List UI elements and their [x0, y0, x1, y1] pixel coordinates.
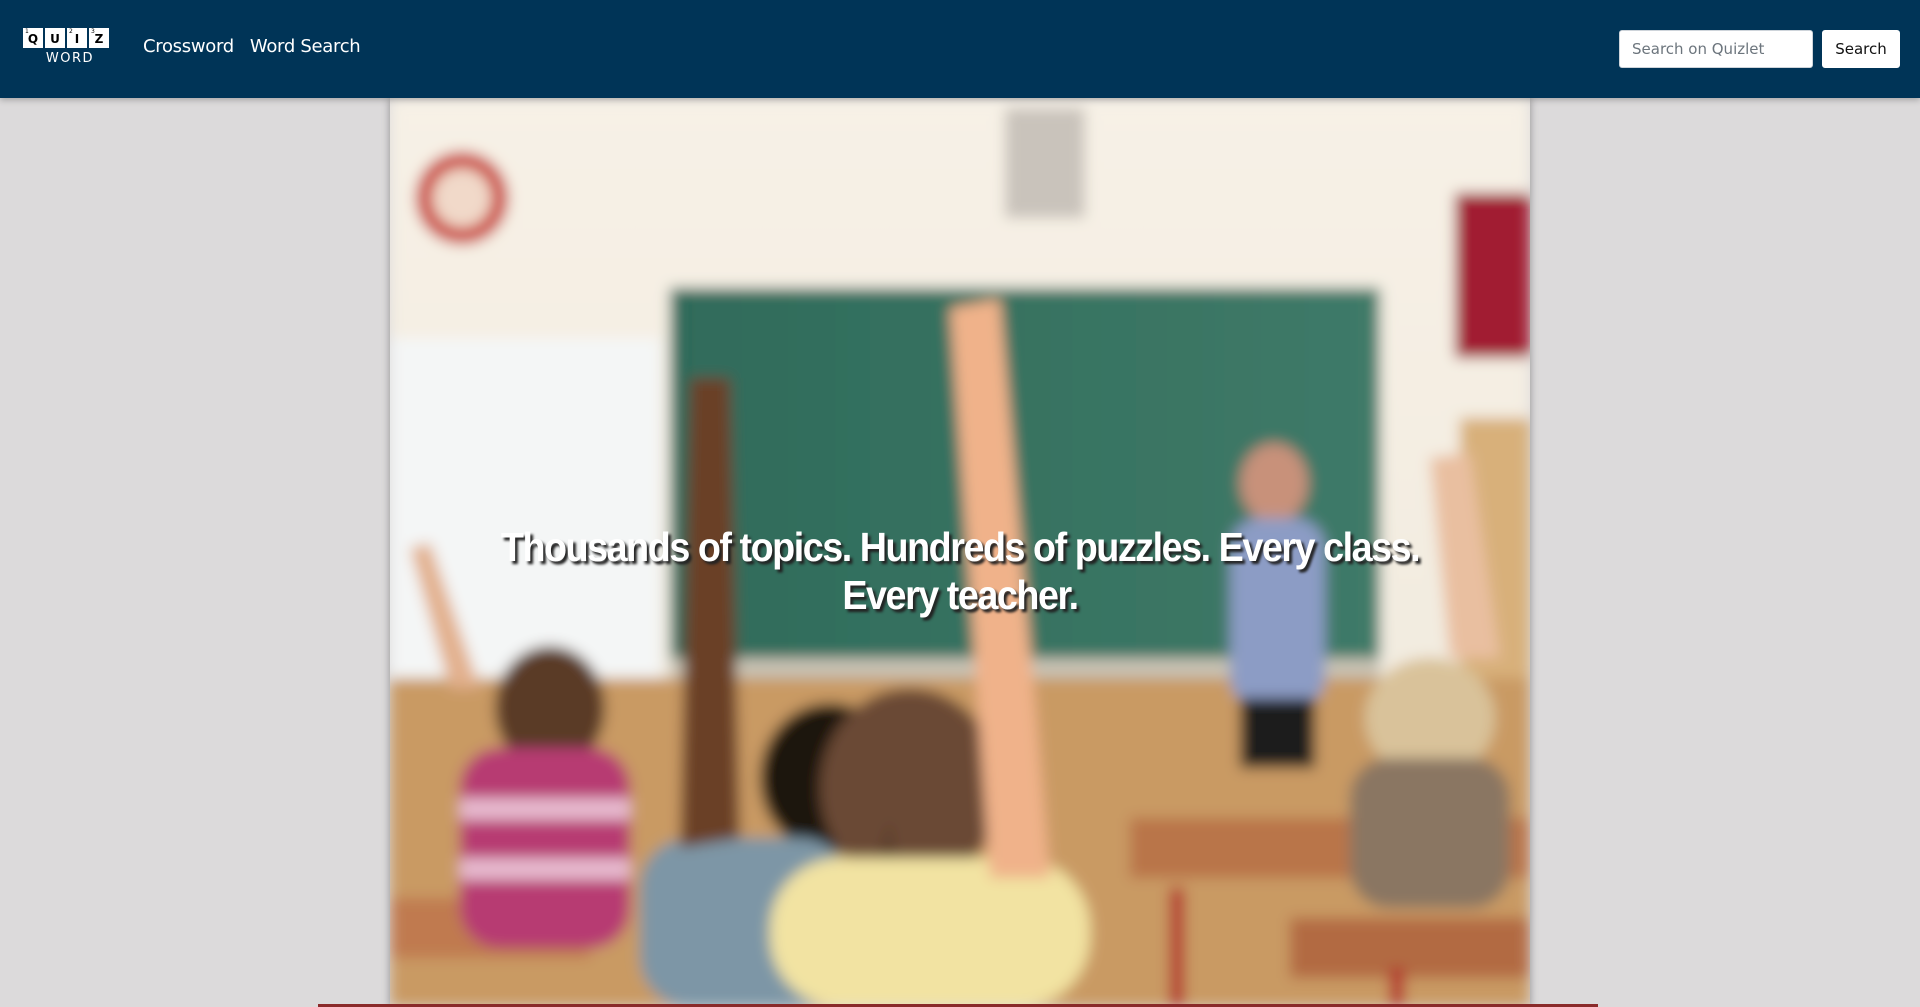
- logo-tiles: 1 Q U 2 I 3 Z: [22, 27, 118, 49]
- search-form: Search: [1619, 30, 1900, 68]
- quizword-logo[interactable]: 1 Q U 2 I 3 Z WORD: [22, 27, 118, 73]
- logo-tile-number: 2: [69, 28, 73, 35]
- nav-link-word-search[interactable]: Word Search: [250, 36, 361, 57]
- top-navbar: 1 Q U 2 I 3 Z WORD Crossword Word Search…: [0, 0, 1920, 98]
- logo-tile: 2 I: [66, 27, 88, 49]
- logo-tile: 3 Z: [88, 27, 110, 49]
- hero-banner: Thousands of topics. Hundreds of puzzles…: [390, 98, 1530, 1007]
- hero-heading: Thousands of topics. Hundreds of puzzles…: [500, 524, 1421, 618]
- search-input[interactable]: [1619, 30, 1813, 68]
- nav-link-crossword[interactable]: Crossword: [143, 36, 234, 57]
- main-nav: Crossword Word Search: [143, 36, 361, 57]
- logo-tile: 1 Q: [22, 27, 44, 49]
- logo-word: WORD: [45, 51, 95, 66]
- logo-tile-number: 1: [25, 28, 29, 35]
- logo-tile-letter: Q: [27, 32, 39, 46]
- logo-tile-letter: I: [74, 32, 80, 46]
- logo-tile: U: [44, 27, 66, 49]
- logo-tile-letter: Z: [94, 32, 104, 46]
- search-button[interactable]: Search: [1822, 30, 1900, 68]
- logo-tile-letter: U: [50, 32, 60, 46]
- logo-tile-number: 3: [91, 28, 95, 35]
